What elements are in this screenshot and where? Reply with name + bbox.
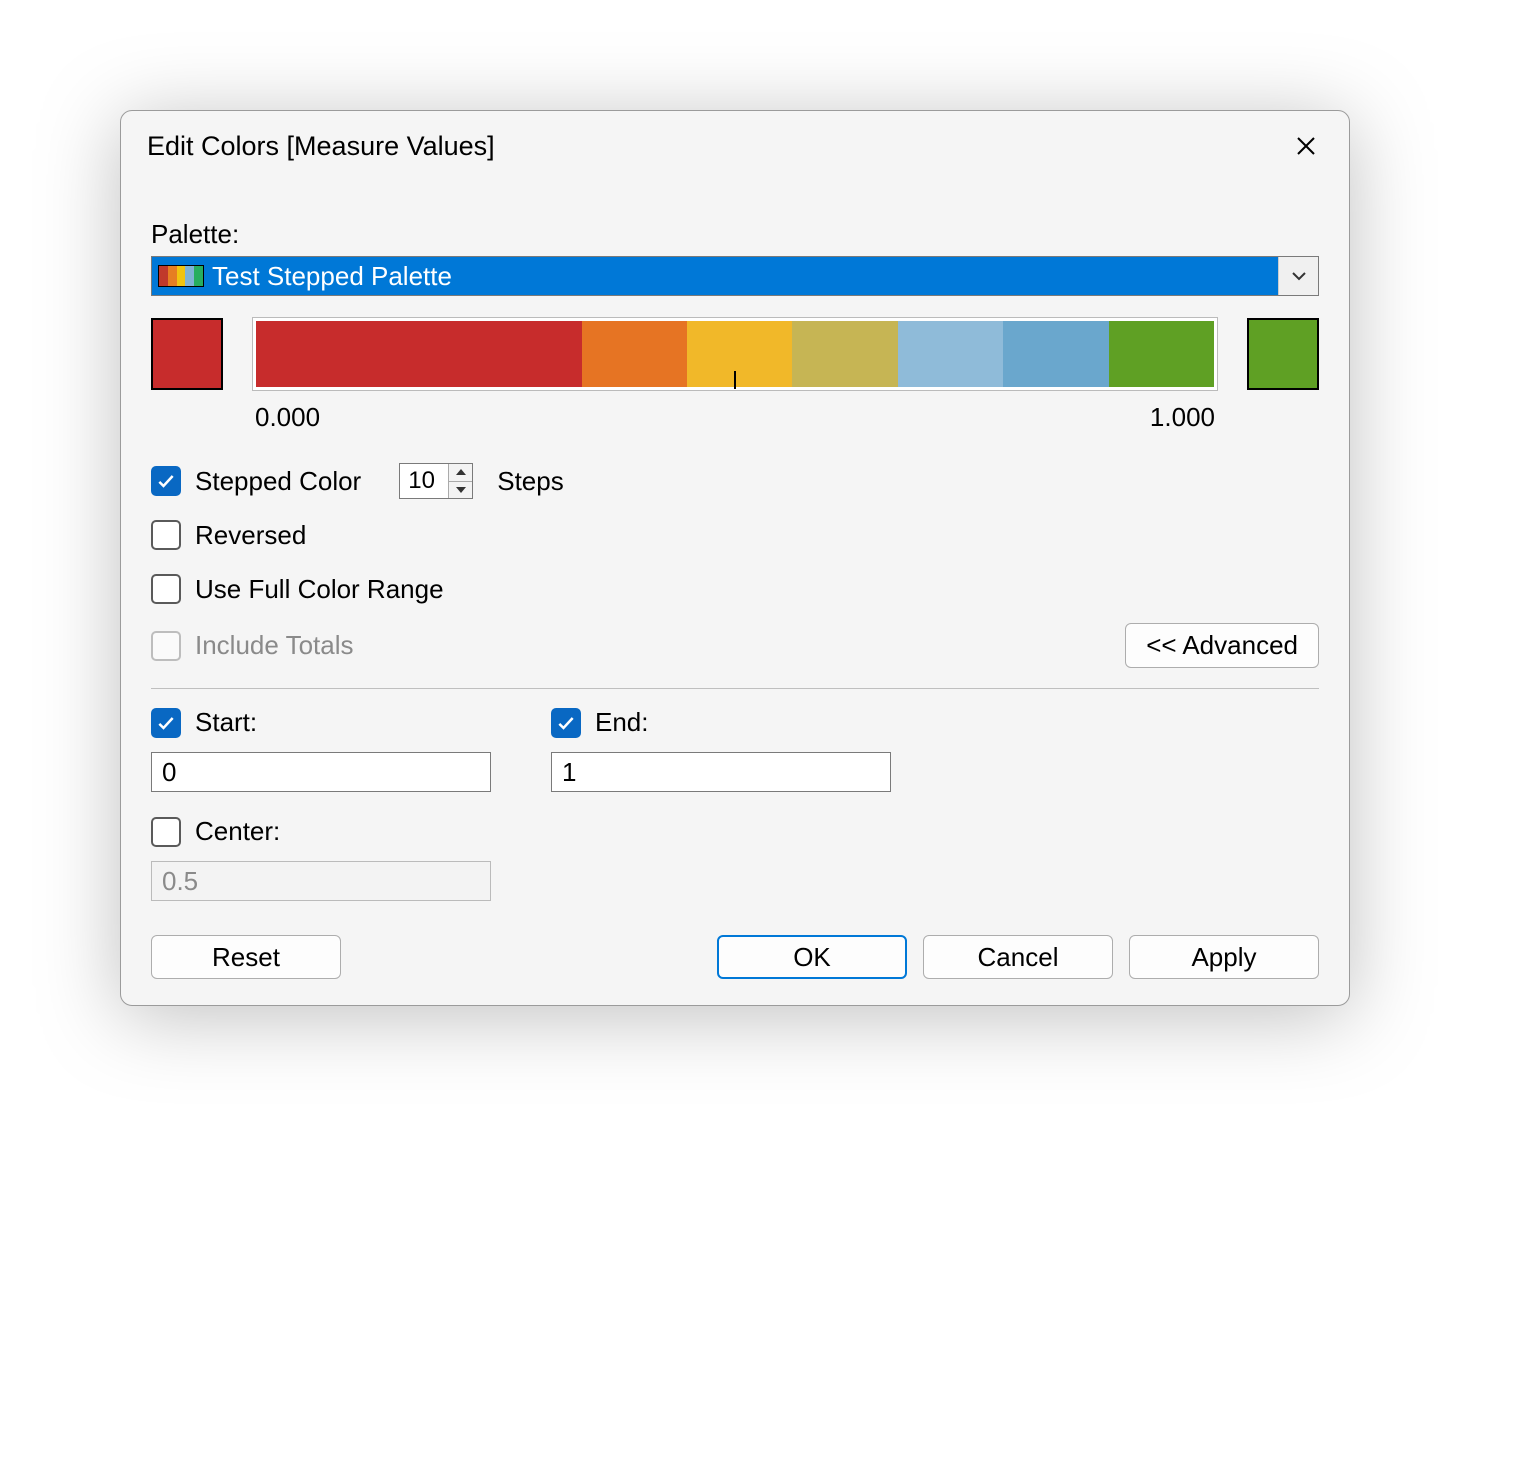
scale-min-label: 0.000 [255,402,320,433]
center-input [151,861,491,901]
start-input[interactable] [151,752,491,792]
end-label: End: [595,707,649,738]
palette-selected: Test Stepped Palette [152,257,1278,295]
steps-down-button[interactable] [449,482,472,499]
include-totals-checkbox [151,631,181,661]
dropdown-arrow[interactable] [1278,257,1318,295]
advanced-button[interactable]: << Advanced [1125,623,1319,668]
steps-input[interactable] [400,464,448,498]
reset-button[interactable]: Reset [151,935,341,979]
check-icon [156,471,176,491]
steps-spinner[interactable] [399,463,473,499]
scale-max-label: 1.000 [1150,402,1215,433]
full-range-label: Use Full Color Range [195,574,444,605]
palette-dropdown[interactable]: Test Stepped Palette [151,256,1319,296]
palette-mini-swatch [158,265,204,287]
palette-label: Palette: [151,219,1319,250]
edit-colors-dialog: Edit Colors [Measure Values] Palette: Te… [120,110,1350,1006]
steps-suffix-label: Steps [497,466,564,497]
ok-button[interactable]: OK [717,935,907,979]
apply-button[interactable]: Apply [1129,935,1319,979]
reversed-label: Reversed [195,520,306,551]
close-icon [1294,134,1318,158]
check-icon [156,713,176,733]
center-label: Center: [195,816,280,847]
include-totals-label: Include Totals [195,630,354,661]
caret-down-icon [456,487,466,493]
stepped-color-checkbox[interactable] [151,466,181,496]
palette-selected-label: Test Stepped Palette [212,261,452,292]
dialog-title: Edit Colors [Measure Values] [147,131,495,162]
cancel-button[interactable]: Cancel [923,935,1113,979]
chevron-down-icon [1291,271,1307,281]
start-label: Start: [195,707,257,738]
center-checkbox[interactable] [151,817,181,847]
close-button[interactable] [1289,129,1323,163]
section-divider [151,688,1319,689]
caret-up-icon [456,469,466,475]
end-color-swatch[interactable] [1247,318,1319,390]
check-icon [556,713,576,733]
start-color-swatch[interactable] [151,318,223,390]
end-checkbox[interactable] [551,708,581,738]
titlebar: Edit Colors [Measure Values] [121,111,1349,173]
gradient-center-tick [734,371,736,389]
end-input[interactable] [551,752,891,792]
stepped-color-label: Stepped Color [195,466,361,497]
full-range-checkbox[interactable] [151,574,181,604]
steps-up-button[interactable] [449,464,472,482]
start-checkbox[interactable] [151,708,181,738]
reversed-checkbox[interactable] [151,520,181,550]
color-gradient-bar[interactable] [253,318,1217,390]
